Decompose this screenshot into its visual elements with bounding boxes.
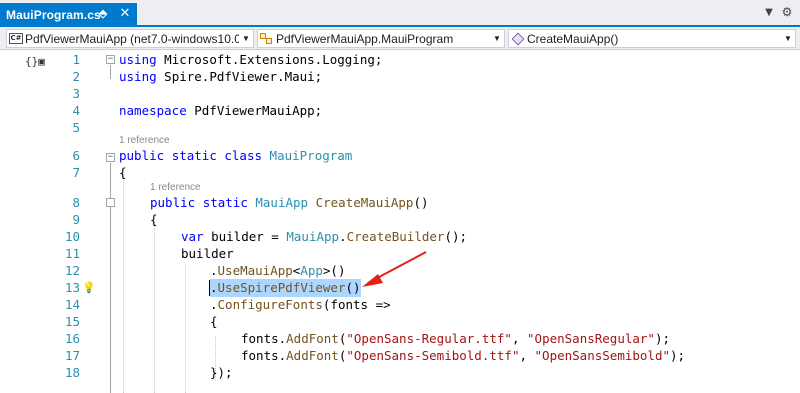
code-text: public static MauiApp CreateMauiApp()	[150, 195, 429, 210]
code-line-1: 1 using Microsoft.Extensions.Logging;	[0, 51, 800, 69]
code-text: });	[210, 365, 233, 380]
code-line-2: 2 using Spire.PdfViewer.Maui;	[0, 68, 800, 86]
code-text: using Spire.PdfViewer.Maui;	[119, 69, 323, 84]
tab-list-dropdown-icon[interactable]: ▼	[762, 6, 776, 20]
line-number: 7	[72, 165, 80, 180]
code-text: namespace PdfViewerMauiApp;	[119, 103, 323, 118]
class-icon	[258, 30, 276, 47]
code-text: builder	[181, 246, 234, 261]
code-line-11: 11 builder	[0, 245, 800, 263]
member-dropdown-value: CreateMauiApp()	[527, 31, 619, 46]
class-dropdown-value: PdfViewerMauiApp.MauiProgram	[276, 31, 454, 46]
text-caret	[209, 280, 210, 296]
line-number: 3	[72, 86, 80, 101]
code-line-18: 18 });	[0, 364, 800, 382]
gear-icon[interactable]: ⚙	[780, 5, 794, 19]
line-number: 2	[72, 69, 80, 84]
close-icon[interactable]: ✕	[118, 6, 132, 20]
pin-icon[interactable]: ⬘	[96, 7, 110, 21]
line-number: 6	[72, 148, 80, 163]
code-text: {	[210, 314, 218, 329]
line-number: 10	[64, 229, 80, 244]
line-number: 14	[64, 297, 80, 312]
code-line-12: 12 .UseMauiApp<App>()	[0, 262, 800, 280]
code-text: fonts.AddFont("OpenSans-Regular.ttf", "O…	[241, 331, 671, 346]
code-line-10: 10 var builder = MauiApp.CreateBuilder()…	[0, 228, 800, 246]
navigation-bar: C# PdfViewerMauiApp (net7.0-windows10.0 …	[0, 27, 800, 50]
chevron-down-icon: ▼	[493, 34, 501, 43]
selected-code-text[interactable]: .UseSpirePdfViewer()	[210, 279, 361, 297]
line-number: 17	[64, 348, 80, 363]
code-text: public static class MauiProgram	[119, 148, 353, 163]
code-line-13: 13 💡 .UseSpirePdfViewer()	[0, 279, 800, 297]
chevron-down-icon: ▼	[242, 34, 250, 43]
tab-mauiprogram[interactable]: MauiProgram.cs* ⬘ ✕	[0, 3, 137, 27]
code-line-4: 4 namespace PdfViewerMauiApp;	[0, 102, 800, 120]
code-text: .UseMauiApp<App>()	[210, 263, 346, 278]
line-number: 4	[72, 103, 80, 118]
class-dropdown[interactable]: PdfViewerMauiApp.MauiProgram ▼	[257, 29, 505, 48]
code-line-3: 3	[0, 85, 800, 103]
code-line-15: 15 {	[0, 313, 800, 331]
code-line-9: 9 {	[0, 211, 800, 229]
line-number: 9	[72, 212, 80, 227]
tab-title: MauiProgram.cs*	[6, 8, 106, 22]
line-number: 12	[64, 263, 80, 278]
code-text: var builder = MauiApp.CreateBuilder();	[181, 229, 468, 244]
code-line-6: 6 public static class MauiProgram	[0, 147, 800, 165]
code-editor[interactable]: {}▣ − − 1 using Microsoft.Extensions.Log…	[0, 51, 800, 393]
line-number: 15	[64, 314, 80, 329]
line-number: 18	[64, 365, 80, 380]
line-number: 8	[72, 195, 80, 210]
line-number: 13	[64, 280, 80, 295]
code-line-16: 16 fonts.AddFont("OpenSans-Regular.ttf",…	[0, 330, 800, 348]
project-dropdown[interactable]: C# PdfViewerMauiApp (net7.0-windows10.0 …	[6, 29, 254, 48]
code-line-14: 14 .ConfigureFonts(fonts =>	[0, 296, 800, 314]
code-line-7: 7 {	[0, 164, 800, 182]
line-number: 5	[72, 120, 80, 135]
member-dropdown[interactable]: CreateMauiApp() ▼	[508, 29, 796, 48]
code-text: {	[150, 212, 158, 227]
project-dropdown-value: PdfViewerMauiApp (net7.0-windows10.0	[25, 31, 239, 46]
code-lens-references[interactable]: 1 reference	[119, 134, 170, 148]
line-number: 1	[72, 52, 80, 67]
code-text: using Microsoft.Extensions.Logging;	[119, 52, 383, 67]
csharp-project-icon: C#	[9, 33, 23, 44]
document-tab-bar: MauiProgram.cs* ⬘ ✕ ▼ ⚙	[0, 0, 800, 27]
code-line-8: 8 public static MauiApp CreateMauiApp()	[0, 194, 800, 212]
line-number: 16	[64, 331, 80, 346]
chevron-down-icon: ▼	[784, 34, 792, 43]
code-text: {	[119, 165, 127, 180]
lightbulb-icon[interactable]: 💡	[82, 281, 96, 295]
code-lens-references[interactable]: 1 reference	[150, 181, 201, 195]
method-icon	[509, 30, 527, 47]
code-text: .ConfigureFonts(fonts =>	[210, 297, 391, 312]
line-number: 11	[64, 246, 80, 261]
code-line-17: 17 fonts.AddFont("OpenSans-Semibold.ttf"…	[0, 347, 800, 365]
code-text: fonts.AddFont("OpenSans-Semibold.ttf", "…	[241, 348, 686, 363]
